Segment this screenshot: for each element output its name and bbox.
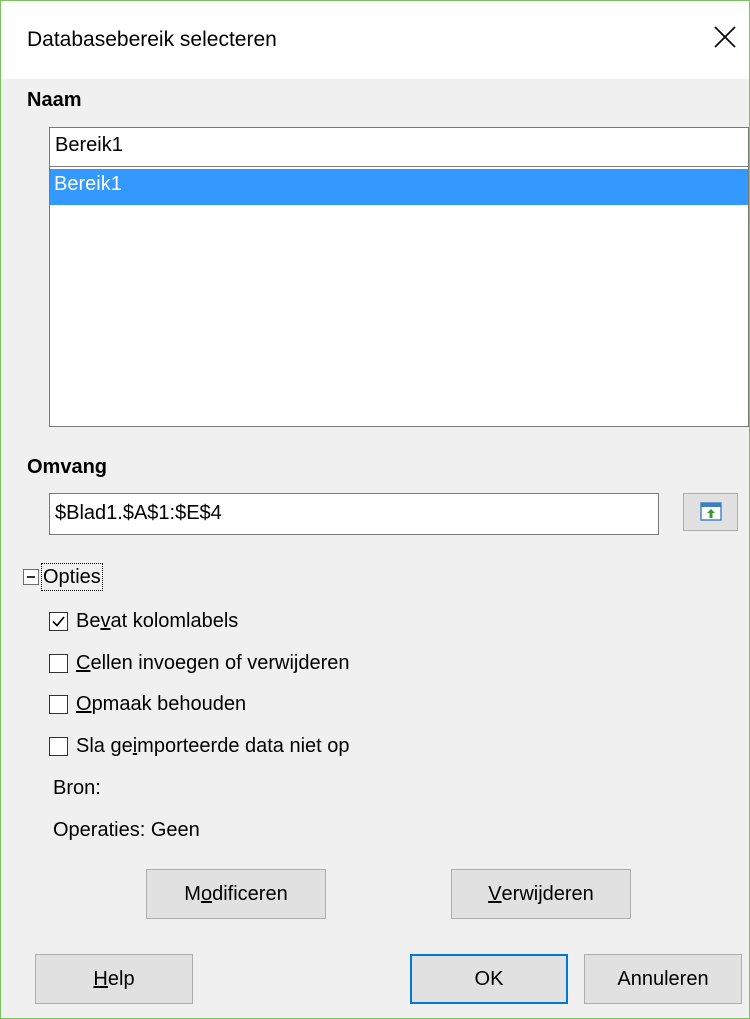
cancel-button[interactable]: Annuleren [584,954,742,1004]
list-item[interactable]: Bereik1 [50,169,748,205]
help-button[interactable]: Help [35,954,193,1004]
ok-button[interactable]: OK [410,954,568,1004]
checkbox[interactable] [49,694,68,714]
shrink-button[interactable] [683,493,738,531]
shrink-dialog-icon [700,502,722,521]
dialog-title: Databasebereik selecteren [27,28,277,51]
options-label: Opties [41,563,103,591]
range-input[interactable]: $Blad1.$A$1:$E$4 [49,493,659,535]
options-expander[interactable]: Opties [23,562,103,592]
checkbox-contains-column-labels[interactable]: Bevat kolomlabels [49,606,238,636]
operations-label: Operaties: Geen [53,819,200,841]
title-bar: Databasebereik selecteren [1,1,749,79]
collapse-icon[interactable] [23,569,39,585]
delete-button[interactable]: Verwijderen [451,869,631,919]
checkbox[interactable] [49,611,68,631]
source-label: Bron: [53,777,101,799]
checkbox-keep-formatting[interactable]: Opmaak behouden [49,689,246,719]
modify-button[interactable]: Mo dificeren [146,869,326,919]
checkbox[interactable] [49,653,68,673]
checkbox-insert-delete-cells[interactable]: Cellen invoegen of verwijderen [49,648,350,678]
name-input[interactable]: Bereik1 [49,127,749,167]
checkbox[interactable] [49,736,68,756]
close-icon[interactable] [705,17,745,57]
range-list[interactable]: Bereik1 [49,167,749,427]
name-label: Naam [27,89,82,111]
checkmark-icon [52,615,65,627]
checkbox-dont-save-imported-data[interactable]: Sla geimporteerde data niet op [49,731,350,761]
range-label: Omvang [27,456,108,478]
database-range-dialog: Databasebereik selecteren Naam Bereik1 B… [0,0,750,1019]
